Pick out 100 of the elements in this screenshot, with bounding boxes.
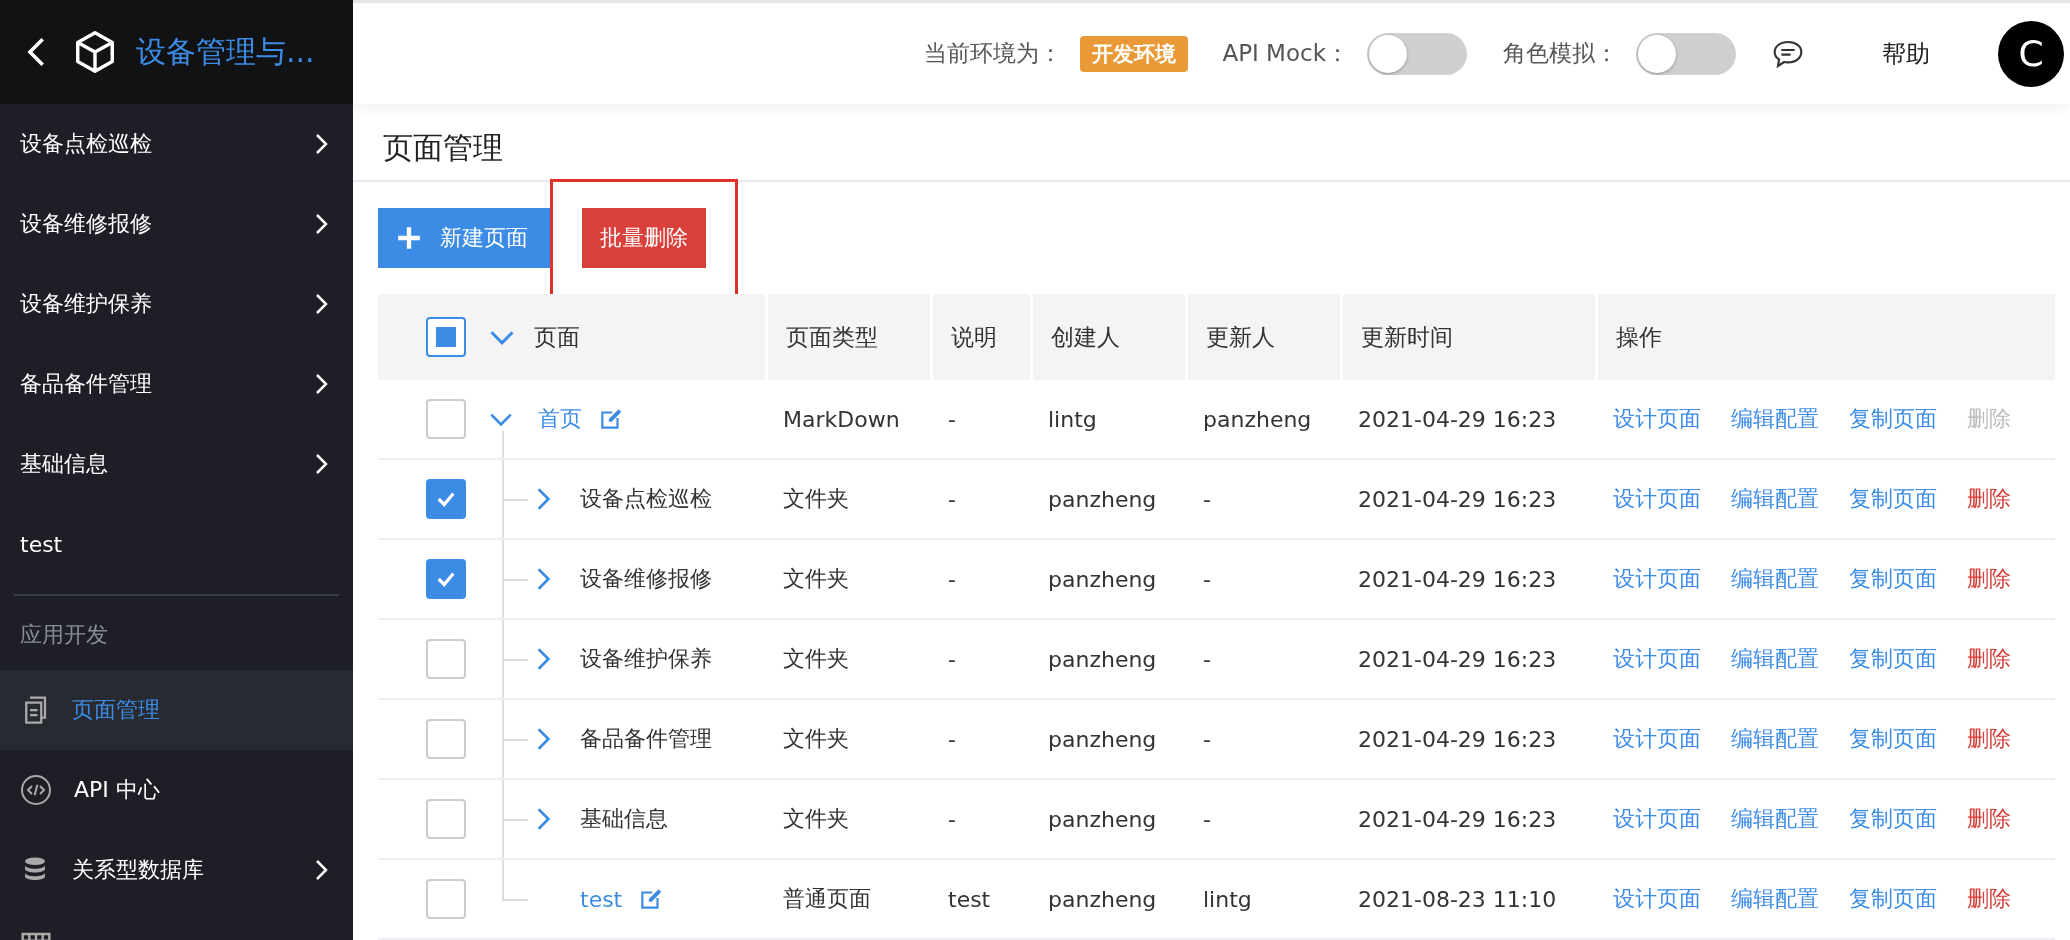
select-all-checkbox[interactable] (426, 317, 466, 357)
menu-item[interactable]: 设备点检巡检 (0, 104, 353, 184)
table-cell: lintg (1203, 886, 1252, 912)
env-badge: 开发环境 (1080, 35, 1189, 72)
column-header: 说明 (951, 322, 997, 352)
column-header: 页面类型 (786, 322, 878, 352)
action-link[interactable]: 编辑配置 (1731, 724, 1819, 754)
table-cell: - (1203, 646, 1211, 672)
folder-name: 设备点检巡检 (580, 485, 712, 513)
delete-link[interactable]: 删除 (1967, 884, 2011, 914)
table-cell: - (1203, 486, 1211, 512)
table-cell: - (948, 806, 956, 832)
delete-link[interactable]: 删除 (1967, 724, 2011, 754)
table-cell: test (948, 886, 991, 912)
row-checkbox[interactable] (426, 879, 466, 919)
action-link[interactable]: 复制页面 (1849, 484, 1937, 514)
action-link[interactable]: 编辑配置 (1731, 404, 1819, 434)
table-cell: - (948, 646, 956, 672)
table-cell-text: 文件夹 (783, 725, 849, 753)
page-link[interactable]: test (580, 886, 623, 912)
column-header: 创建人 (1051, 322, 1120, 352)
table-cell: 2021-04-29 16:23 (1358, 486, 1557, 512)
table-cell: - (1203, 806, 1211, 832)
bulk-delete-button[interactable]: 批量删除 (582, 208, 706, 268)
action-link[interactable]: 设计页面 (1613, 484, 1701, 514)
row-checkbox[interactable] (426, 479, 466, 519)
table-cell: panzheng (1048, 646, 1157, 672)
table-cell-text: 文件夹 (783, 805, 849, 833)
menu-item[interactable]: 设备维护保养 (0, 264, 353, 344)
column-header: 页面 (534, 322, 580, 352)
table-cell: panzheng (1048, 886, 1157, 912)
edit-icon[interactable] (598, 406, 624, 432)
menu-item[interactable]: 基础信息 (0, 424, 353, 504)
action-link[interactable]: 复制页面 (1849, 804, 1937, 834)
folder-name: 设备维修报修 (580, 565, 712, 593)
new-page-button[interactable]: 新建页面 (378, 208, 550, 268)
table-cell: - (948, 406, 956, 432)
row-checkbox[interactable] (426, 399, 466, 439)
table-cell-text: 普通页面 (783, 885, 871, 913)
table-cell: - (948, 566, 956, 592)
toggle-switch[interactable] (1367, 32, 1467, 75)
code-icon (20, 774, 52, 806)
action-link[interactable]: 复制页面 (1849, 644, 1937, 674)
action-link[interactable]: 复制页面 (1849, 884, 1937, 914)
action-link[interactable]: 复制页面 (1849, 404, 1937, 434)
action-link[interactable]: 编辑配置 (1731, 484, 1819, 514)
action-link[interactable]: 设计页面 (1613, 564, 1701, 594)
table-cell: panzheng (1048, 566, 1157, 592)
folder-name: 设备维护保养 (580, 645, 712, 673)
action-link[interactable]: 编辑配置 (1731, 804, 1819, 834)
env-label: 当前环境为： (924, 39, 1063, 68)
table-cell: panzheng (1203, 406, 1312, 432)
toggle-switch[interactable] (1636, 32, 1736, 75)
action-link[interactable]: 复制页面 (1849, 564, 1937, 594)
table-cell: MarkDown (783, 406, 900, 432)
table-cell: - (948, 726, 956, 752)
delete-link[interactable]: 删除 (1967, 644, 2011, 674)
column-header: 更新时间 (1361, 322, 1453, 352)
table-cell: 2021-04-29 16:23 (1358, 406, 1557, 432)
table-cell: 2021-08-23 11:10 (1358, 886, 1557, 912)
row-checkbox[interactable] (426, 559, 466, 599)
page-title: 页面管理 (353, 104, 2070, 182)
menu-item[interactable]: 设备维修报修 (0, 184, 353, 264)
table-cell: - (948, 486, 956, 512)
app-title: 设备管理与... (136, 32, 315, 71)
action-link[interactable]: 设计页面 (1613, 804, 1701, 834)
table-cell: lintg (1048, 406, 1097, 432)
table-cell: panzheng (1048, 486, 1157, 512)
table-cell-text: 文件夹 (783, 565, 849, 593)
page-link[interactable]: 首页 (538, 404, 582, 434)
table-cell-text: 文件夹 (783, 645, 849, 673)
chat-icon[interactable] (1772, 38, 1804, 69)
menu-item[interactable]: API 中心 (0, 750, 353, 830)
table-cell: 2021-04-29 16:23 (1358, 726, 1557, 752)
table-cell: - (1203, 726, 1211, 752)
toggle-label: API Mock： (1222, 39, 1349, 68)
menu-item[interactable]: 页面管理 (0, 670, 353, 750)
avatar[interactable]: C (1998, 20, 2064, 87)
menu-item[interactable]: 备品备件管理 (0, 344, 353, 424)
menu-item[interactable]: test (0, 504, 353, 584)
delete-link[interactable]: 删除 (1967, 564, 2011, 594)
menu-item[interactable]: 关系型数据库 (0, 830, 353, 910)
row-checkbox[interactable] (426, 639, 466, 679)
action-link[interactable]: 编辑配置 (1731, 884, 1819, 914)
folder-name: 备品备件管理 (580, 725, 712, 753)
folder-name: 基础信息 (580, 805, 668, 833)
row-checkbox[interactable] (426, 799, 466, 839)
action-link[interactable]: 设计页面 (1613, 884, 1701, 914)
delete-link[interactable]: 删除 (1967, 484, 2011, 514)
action-link[interactable]: 复制页面 (1849, 724, 1937, 754)
action-link[interactable]: 编辑配置 (1731, 644, 1819, 674)
delete-link[interactable]: 删除 (1967, 804, 2011, 834)
action-link[interactable]: 设计页面 (1613, 724, 1701, 754)
action-link[interactable]: 设计页面 (1613, 404, 1701, 434)
section-label: 应用开发 (19, 621, 109, 649)
help-link[interactable]: 帮助 (1882, 37, 1930, 70)
row-checkbox[interactable] (426, 719, 466, 759)
table-cell: 2021-04-29 16:23 (1358, 806, 1557, 832)
action-link[interactable]: 编辑配置 (1731, 564, 1819, 594)
action-link[interactable]: 设计页面 (1613, 644, 1701, 674)
